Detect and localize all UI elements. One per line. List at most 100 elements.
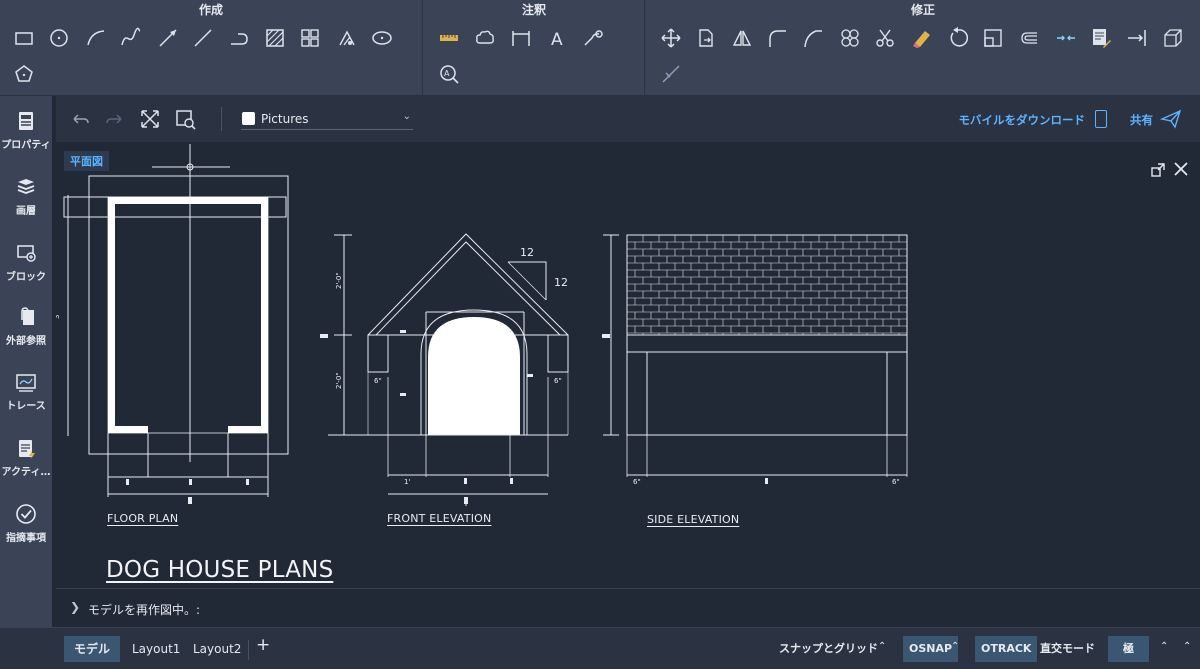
erase-icon[interactable] <box>908 24 936 52</box>
text-icon[interactable]: A <box>544 24 572 52</box>
roof-shingles <box>626 235 907 335</box>
trim-icon[interactable] <box>871 24 899 52</box>
fillet-icon[interactable] <box>763 24 791 52</box>
move-icon[interactable] <box>657 24 685 52</box>
dimension-icon[interactable] <box>507 24 535 52</box>
sidebar-item-block[interactable]: ブロック <box>0 242 52 304</box>
ribbon-group-create: 作成 <box>0 0 423 96</box>
drawing-canvas[interactable]: 3' 2'-0" 2'-0" 6" 6" 1' 12 12 6" 6" 平面図 … <box>56 142 1200 588</box>
pitch-side-label: 12 <box>554 276 568 289</box>
undo-icon[interactable] <box>69 108 91 130</box>
stretch-icon[interactable] <box>1015 24 1043 52</box>
polyline-icon[interactable] <box>225 24 253 52</box>
zoom-text-icon[interactable]: A <box>435 60 463 88</box>
sidebar: プロパティ 画層 ブロック 外部参照 トレース アクティ… 指摘事項 <box>0 96 52 669</box>
sidebar-item-activity[interactable]: アクティ… <box>0 437 52 499</box>
measure-icon[interactable] <box>435 24 463 52</box>
layers-icon <box>17 179 35 194</box>
chevron-up-icon[interactable]: ⌃ <box>951 641 959 652</box>
hatch-icon[interactable] <box>261 24 289 52</box>
array-icon[interactable] <box>836 24 864 52</box>
trace-icon <box>16 374 36 392</box>
sidebar-item-layers[interactable]: 画層 <box>0 176 52 238</box>
sidebar-item-trace[interactable]: トレース <box>0 371 52 433</box>
svg-text:1': 1' <box>404 478 410 486</box>
tab-model[interactable]: モデル <box>64 636 121 662</box>
view-label[interactable]: 平面図 <box>64 151 109 171</box>
rectangle-icon[interactable] <box>10 24 38 52</box>
drawing-title: DOG HOUSE PLANS <box>106 557 334 583</box>
rotate-icon[interactable] <box>944 24 972 52</box>
side-elevation: 6" 6" <box>602 234 908 486</box>
svg-text:2'-0": 2'-0" <box>335 372 343 389</box>
polar-toggle[interactable]: 極 <box>1108 636 1149 662</box>
otrack-toggle[interactable]: OTRACK <box>975 636 1038 662</box>
svg-text:6": 6" <box>554 377 562 385</box>
offset-curve-icon[interactable] <box>799 24 827 52</box>
sidebar-item-label: トレース <box>6 401 46 412</box>
tab-layout2[interactable]: Layout2 <box>183 636 251 662</box>
osnap-toggle[interactable]: OSNAP <box>903 636 959 662</box>
leader-icon[interactable] <box>579 24 607 52</box>
ribbon-group-title: 注釈 <box>521 3 546 17</box>
sidebar-item-label: ブロック <box>6 272 46 283</box>
command-line[interactable]: ❯ モデルを再作図中。: <box>56 588 1200 627</box>
line-icon[interactable] <box>189 24 217 52</box>
zoom-window-icon[interactable] <box>174 108 196 130</box>
sidebar-item-label: 指摘事項 <box>6 533 46 544</box>
line-arrow-icon[interactable] <box>154 24 182 52</box>
svg-text:3': 3' <box>56 313 61 319</box>
box-icon[interactable] <box>1159 24 1187 52</box>
sidebar-item-xref[interactable]: 外部参照 <box>0 306 52 368</box>
more-options-icon[interactable]: ⌃ <box>1183 641 1191 652</box>
sidebar-item-properties[interactable]: プロパティ <box>0 110 52 172</box>
download-mobile-link[interactable]: モバイルをダウンロード <box>959 112 1086 128</box>
point-icon[interactable] <box>333 24 361 52</box>
mobile-icon[interactable] <box>1095 110 1107 128</box>
sidebar-item-label: 画層 <box>16 206 36 217</box>
mirror-icon[interactable] <box>728 24 756 52</box>
drawing-toolbar: Pictures ⌄ モバイルをダウンロード 共有 <box>56 96 1200 142</box>
sidebar-item-markup[interactable]: 指摘事項 <box>0 503 52 565</box>
close-icon[interactable] <box>1172 160 1190 178</box>
tab-layout1[interactable]: Layout1 <box>122 636 190 662</box>
redo-icon[interactable] <box>104 108 126 130</box>
extend-icon[interactable] <box>1123 24 1151 52</box>
copy-icon[interactable] <box>692 24 720 52</box>
scale-icon[interactable] <box>979 24 1007 52</box>
svg-text:6": 6" <box>374 377 382 385</box>
send-icon[interactable] <box>1160 108 1182 130</box>
svg-text:A: A <box>444 69 450 78</box>
activity-icon <box>19 440 35 459</box>
maximize-icon[interactable] <box>1150 162 1166 178</box>
share-button[interactable]: 共有 <box>1130 112 1153 128</box>
polygon-icon[interactable] <box>10 60 38 88</box>
spline-icon[interactable] <box>117 24 145 52</box>
front-elevation: 2'-0" 2'-0" 6" 6" 1' 12 12 <box>320 233 569 506</box>
svg-text:6": 6" <box>892 478 900 486</box>
ortho-toggle[interactable]: 直交モード <box>1040 636 1095 662</box>
cloud-icon[interactable] <box>471 24 499 52</box>
chevron-up-icon[interactable]: ⌃ <box>1160 641 1168 652</box>
markup-icon <box>16 504 36 524</box>
ribbon-group-annotate: 注釈 A A <box>424 0 645 96</box>
xref-icon <box>21 307 34 325</box>
snap-grid-toggle[interactable]: スナップとグリッド <box>779 636 878 662</box>
layer-select[interactable]: Pictures ⌄ <box>241 108 413 130</box>
arc-icon[interactable] <box>82 24 110 52</box>
circle-icon[interactable] <box>45 24 73 52</box>
add-layout-button[interactable]: + <box>256 635 270 655</box>
chevron-right-icon[interactable]: ❯ <box>70 600 80 614</box>
chevron-up-icon[interactable]: ⌃ <box>878 641 886 652</box>
properties-icon <box>19 112 33 130</box>
edit-icon[interactable] <box>1087 24 1115 52</box>
tab-divider <box>248 640 249 660</box>
zoom-extents-icon[interactable] <box>139 108 161 130</box>
side-elevation-label: SIDE ELEVATION <box>647 513 740 526</box>
dog-house-drawing[interactable]: 3' 2'-0" 2'-0" 6" 6" 1' 12 12 6" 6" <box>56 142 1200 588</box>
grid-icon[interactable] <box>296 24 324 52</box>
explode-icon[interactable] <box>657 60 685 88</box>
chevron-down-icon: ⌄ <box>402 111 411 122</box>
join-icon[interactable] <box>1052 24 1080 52</box>
ellipse-icon[interactable] <box>368 24 396 52</box>
